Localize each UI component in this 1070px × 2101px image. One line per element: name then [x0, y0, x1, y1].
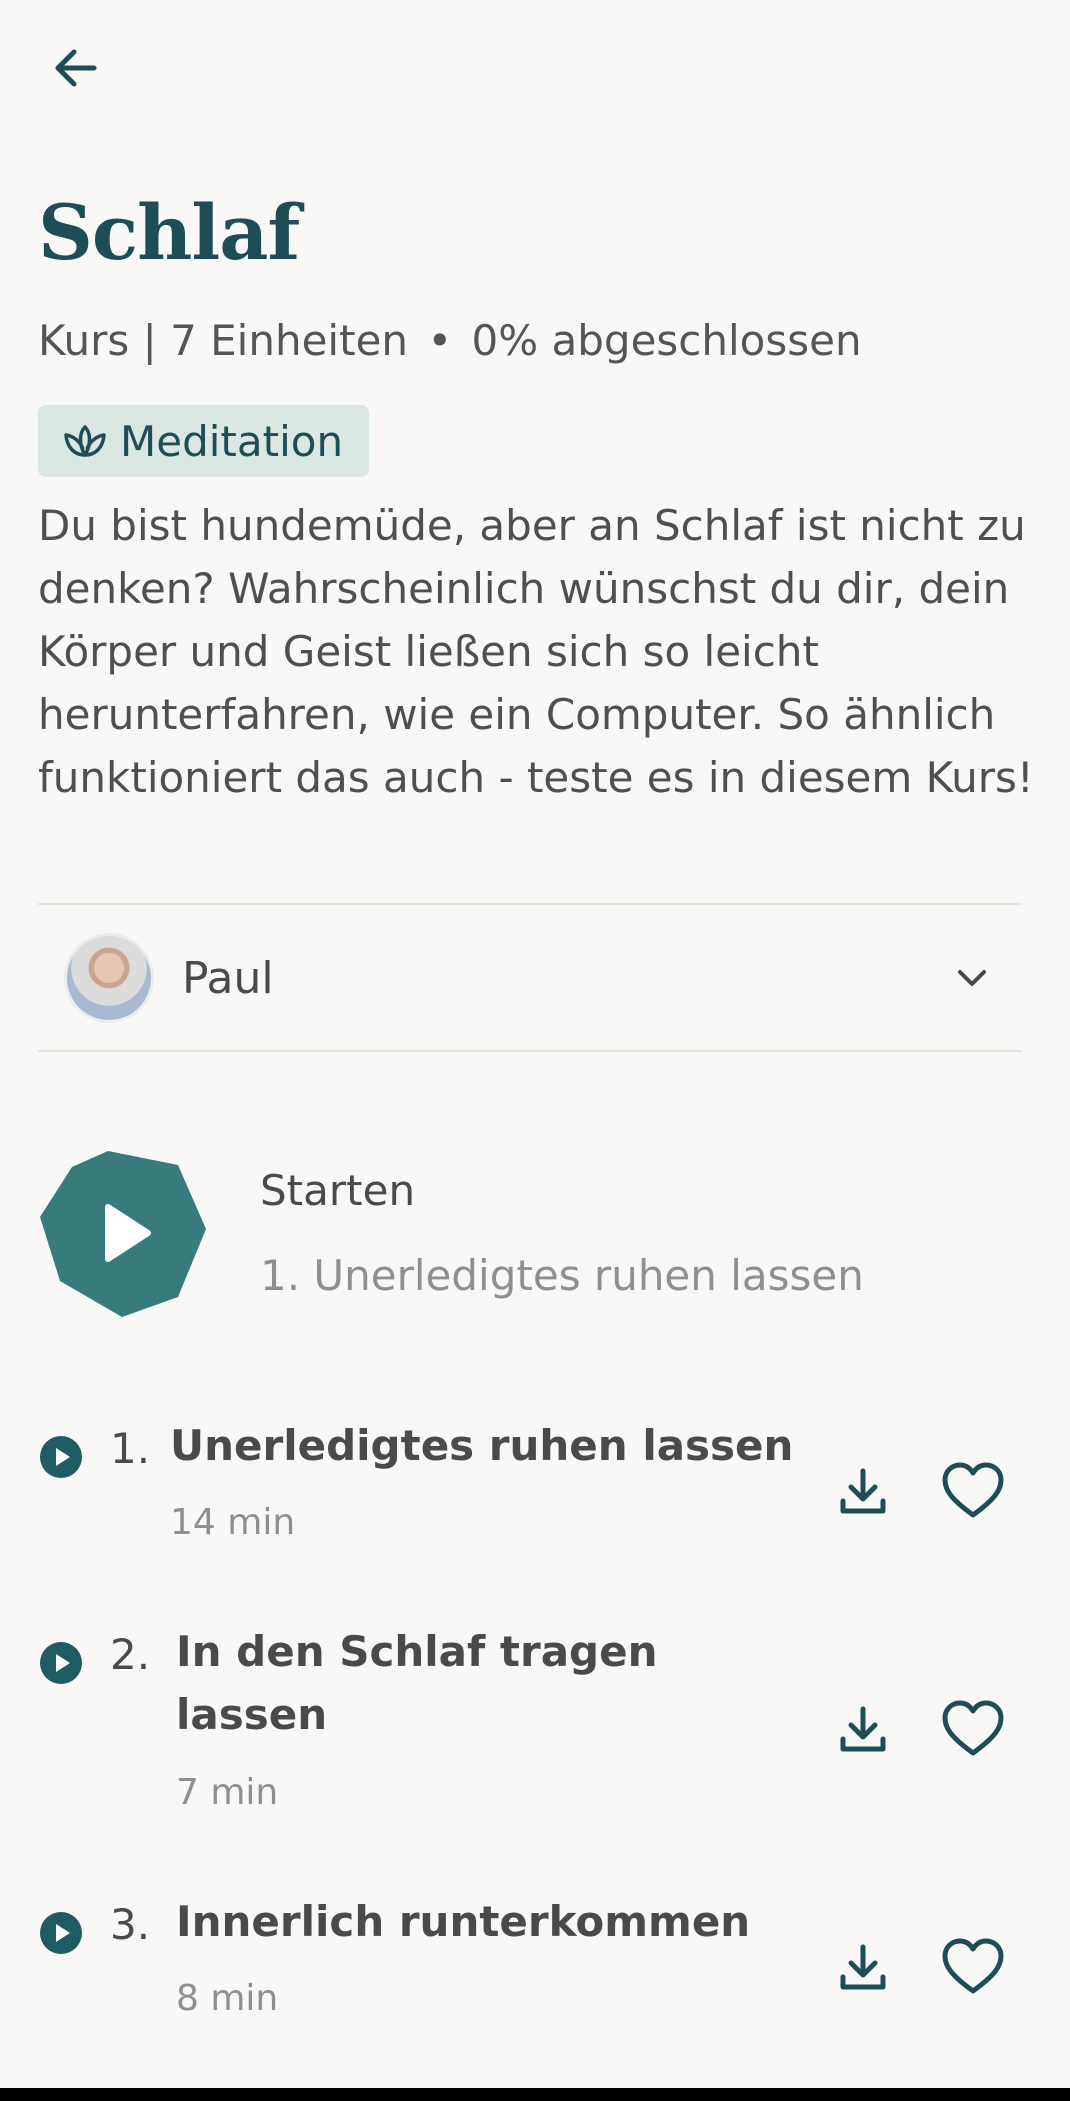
- play-icon[interactable]: [38, 1147, 210, 1319]
- lesson-title: Unerledigtes ruhen lassen: [170, 1421, 794, 1470]
- lesson-title-line2: lassen: [176, 1690, 328, 1739]
- lesson-number: 1.: [110, 1424, 151, 1473]
- play-icon[interactable]: [40, 1912, 82, 1954]
- lesson-item[interactable]: 2. In den Schlaf tragen lassen 7 min: [38, 1627, 1022, 1838]
- lesson-title: Innerlich runterkommen: [176, 1897, 751, 1946]
- course-detail-page: Schlaf Kurs | 7 Einheiten • 0% abgeschlo…: [0, 0, 1070, 2101]
- play-icon[interactable]: [40, 1436, 82, 1478]
- download-icon[interactable]: [828, 1456, 898, 1526]
- download-icon[interactable]: [828, 1694, 898, 1764]
- heart-icon[interactable]: [933, 1689, 1013, 1769]
- start-label: Starten: [260, 1165, 416, 1215]
- lesson-title: In den Schlaf tragen: [176, 1627, 658, 1676]
- avatar: [64, 933, 154, 1023]
- lotus-icon: [64, 425, 106, 457]
- play-icon[interactable]: [40, 1642, 82, 1684]
- divider: [38, 1050, 1022, 1052]
- heart-icon[interactable]: [933, 1451, 1013, 1531]
- course-description: Du bist hundemüde, aber an Schlaf ist ni…: [38, 501, 1034, 802]
- category-tag: Meditation: [38, 405, 370, 477]
- teacher-name: Paul: [182, 952, 274, 1004]
- course-meta: Kurs | 7 Einheiten • 0% abgeschlossen: [38, 316, 862, 365]
- chevron-down-icon[interactable]: [942, 948, 1002, 1008]
- lesson-duration: 7 min: [176, 1772, 279, 1813]
- lesson-duration: 8 min: [176, 1978, 279, 2019]
- teacher-selector[interactable]: Paul: [38, 905, 1022, 1051]
- start-text: Starten 1. Unerledigtes ruhen lassen: [260, 1166, 864, 1300]
- lesson-number: 3.: [110, 1900, 151, 1949]
- lesson-item[interactable]: 3. Innerlich runterkommen 8 min: [38, 1897, 1022, 2048]
- lesson-number: 2.: [110, 1630, 151, 1679]
- lesson-duration: 14 min: [170, 1502, 296, 1543]
- system-nav-bar: [0, 2088, 1070, 2101]
- arrow-left-icon: [55, 49, 97, 87]
- heart-icon[interactable]: [933, 1927, 1013, 2007]
- next-lesson-title: 1. Unerledigtes ruhen lassen: [260, 1250, 864, 1300]
- meta-separator: •: [427, 316, 453, 365]
- page-title: Schlaf: [38, 188, 300, 277]
- download-icon[interactable]: [828, 1932, 898, 2002]
- course-units: Kurs | 7 Einheiten: [38, 316, 409, 365]
- lesson-item[interactable]: 1. Unerledigtes ruhen lassen 14 min: [38, 1420, 1022, 1580]
- start-course-button[interactable]: Starten 1. Unerledigtes ruhen lassen: [38, 1145, 1022, 1320]
- course-progress: 0% abgeschlossen: [471, 316, 862, 365]
- back-button[interactable]: [44, 36, 108, 100]
- tag-label: Meditation: [120, 416, 344, 466]
